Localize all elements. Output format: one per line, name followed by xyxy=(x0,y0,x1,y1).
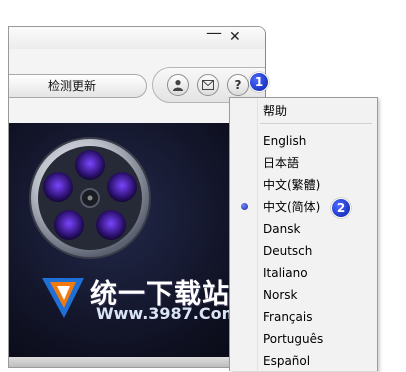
menu-item-label: Norsk xyxy=(263,288,298,302)
menu-item-chinese-traditional[interactable]: 中文(繁體) xyxy=(230,174,377,196)
bottom-status-strip xyxy=(9,357,265,367)
menu-item-label: Deutsch xyxy=(263,244,313,258)
menu-item-deutsch[interactable]: Deutsch xyxy=(230,240,377,262)
menu-item-label: 日本語 xyxy=(263,156,300,170)
help-icon[interactable]: ? xyxy=(227,74,249,96)
minimize-button[interactable]: — xyxy=(206,27,222,42)
step-badge-2: 2 xyxy=(331,198,351,218)
menu-item-label: Italiano xyxy=(263,266,308,280)
menu-item-label: 帮助 xyxy=(263,104,288,118)
menu-item-help[interactable]: 帮助 xyxy=(230,100,377,122)
menu-item-francais[interactable]: Français xyxy=(230,306,377,328)
menu-separator xyxy=(260,123,372,124)
menu-item-espanol[interactable]: Español xyxy=(230,350,377,372)
menu-item-label: 中文(繁體) xyxy=(263,178,321,192)
menu-item-label: 中文(简体) xyxy=(263,200,321,214)
language-menu: 帮助 English 日本語 中文(繁體) 中文(简体) Dansk Deuts… xyxy=(229,97,378,371)
menu-item-label: Français xyxy=(263,310,313,324)
menu-item-label: Dansk xyxy=(263,222,301,236)
selected-radio-icon xyxy=(241,203,248,210)
menu-item-label: Português xyxy=(263,332,324,346)
menu-item-chinese-simplified[interactable]: 中文(简体) xyxy=(230,196,377,218)
close-button[interactable]: ✕ xyxy=(229,28,241,46)
mail-icon[interactable] xyxy=(197,74,219,96)
watermark-url: Www.3987.Com xyxy=(96,304,239,323)
title-bar: — ✕ xyxy=(9,27,265,49)
menu-item-japanese[interactable]: 日本語 xyxy=(230,152,377,174)
user-glyph xyxy=(173,80,183,91)
menu-item-label: Español xyxy=(263,354,311,368)
user-icon[interactable] xyxy=(167,74,189,96)
check-update-button[interactable]: 检测更新 xyxy=(9,74,147,98)
menu-item-norsk[interactable]: Norsk xyxy=(230,284,377,306)
watermark-logo-icon xyxy=(42,278,84,318)
menu-item-english[interactable]: English xyxy=(230,130,377,152)
watermark: 统一下载站 Www.3987.Com xyxy=(40,270,240,330)
menu-item-italiano[interactable]: Italiano xyxy=(230,262,377,284)
menu-item-dansk[interactable]: Dansk xyxy=(230,218,377,240)
menu-item-portugues[interactable]: Português xyxy=(230,328,377,350)
film-reel-icon xyxy=(29,137,151,259)
help-glyph: ? xyxy=(234,78,242,92)
step-badge-1: 1 xyxy=(249,72,269,92)
envelope-glyph xyxy=(202,80,214,90)
menu-item-label: English xyxy=(263,134,307,148)
toolbar: 检测更新 ? xyxy=(9,61,265,103)
